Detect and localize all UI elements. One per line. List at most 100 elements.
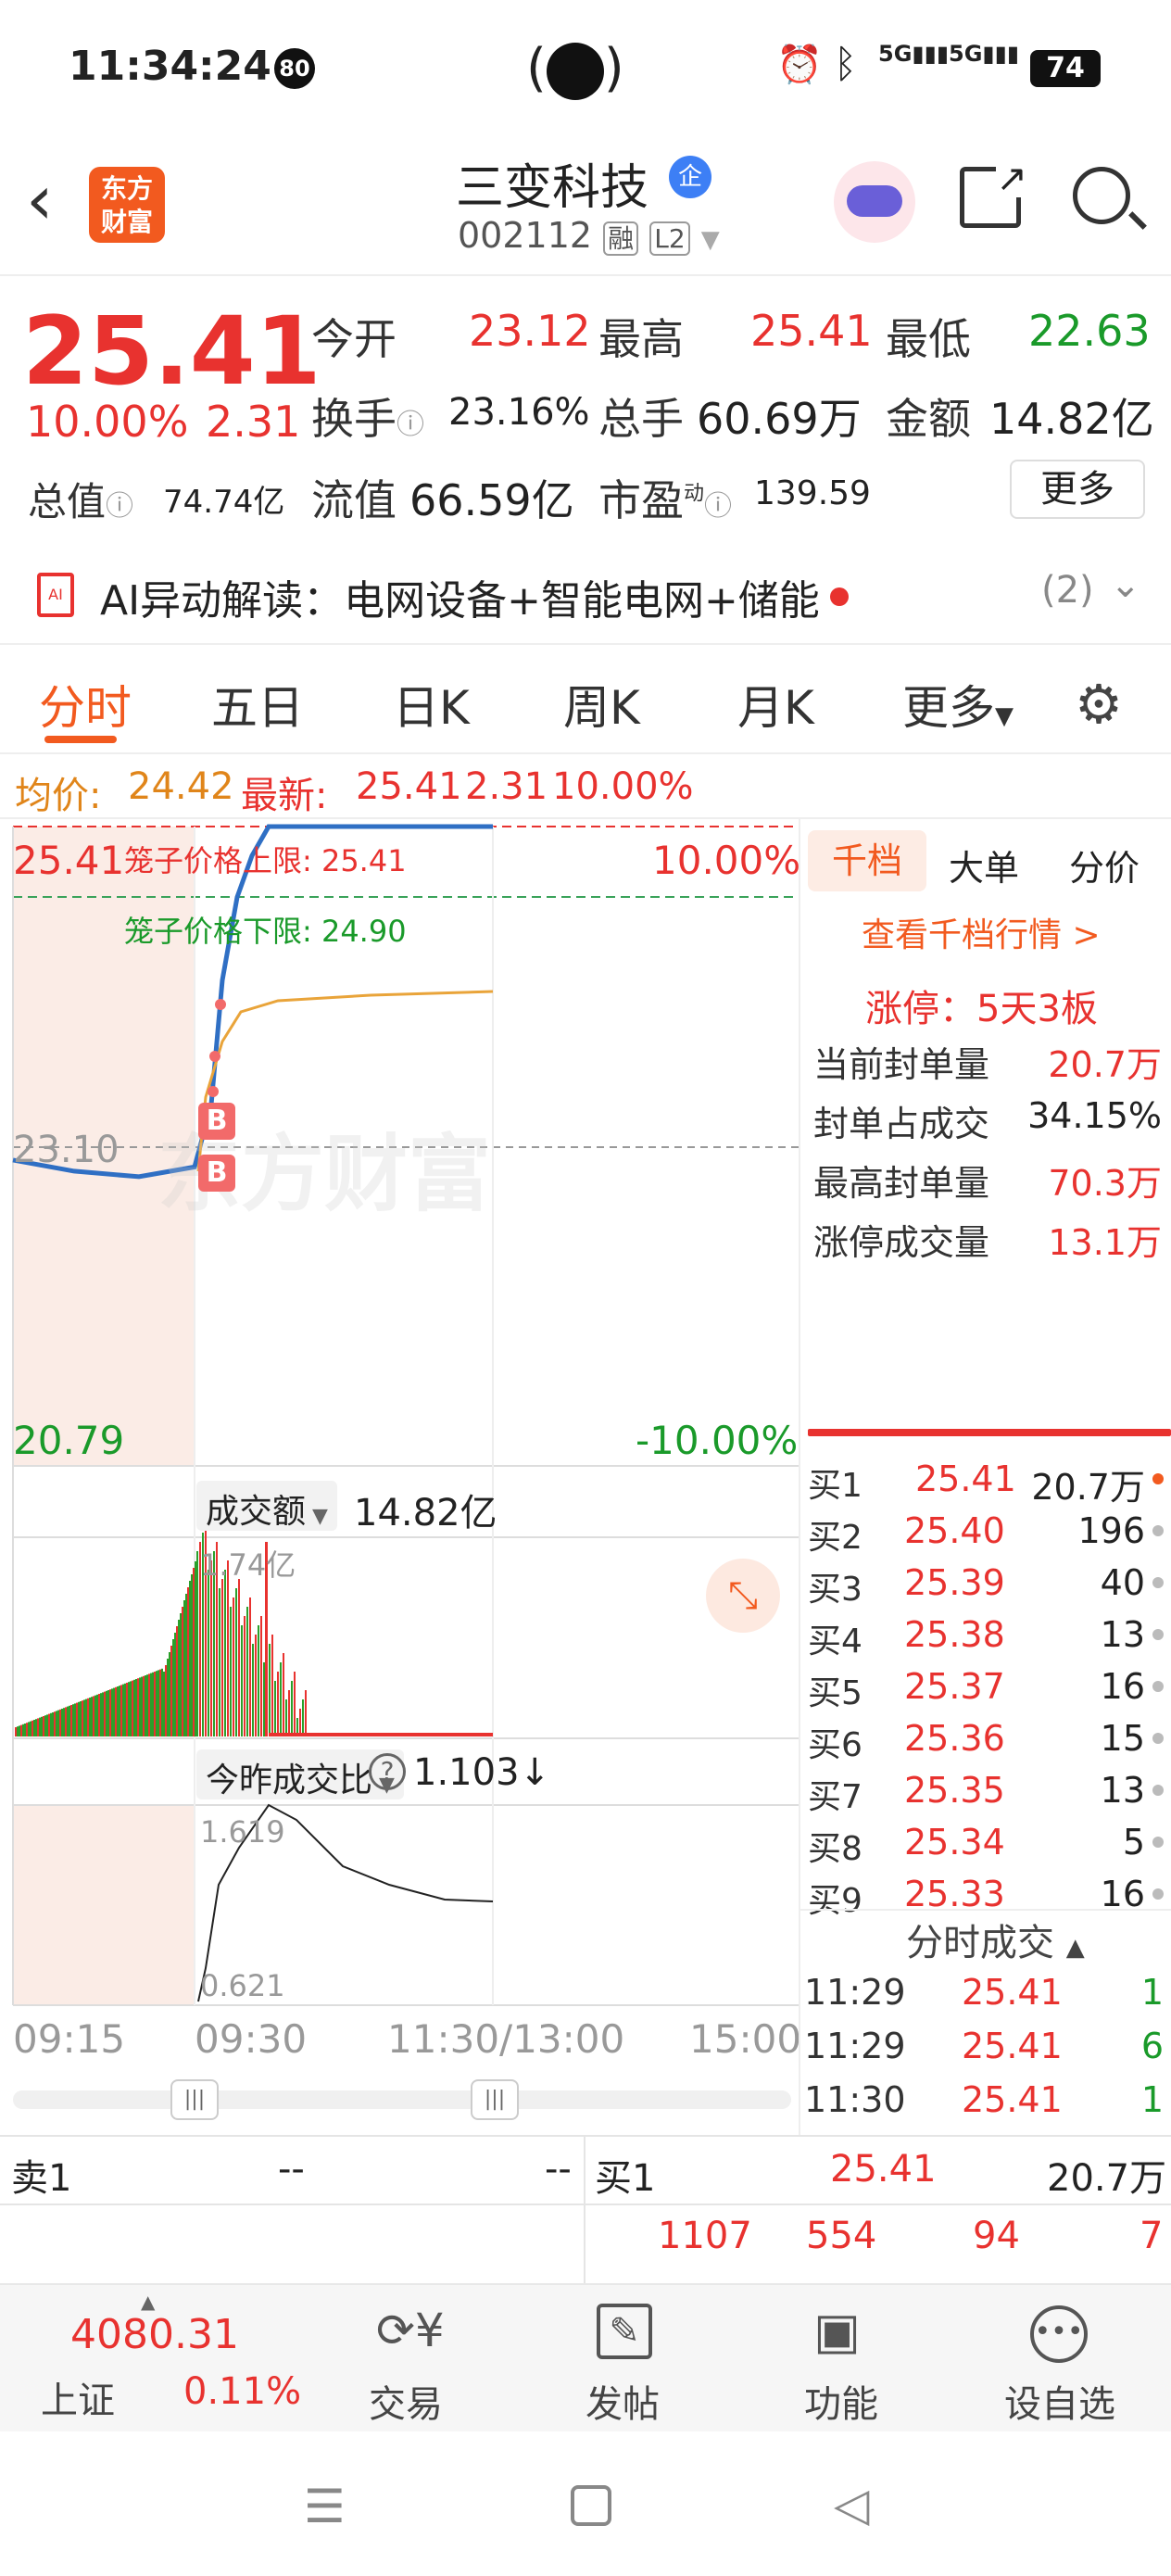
stock-name[interactable]: 三变科技: [456, 148, 648, 218]
volume-label: 总手: [598, 394, 684, 444]
volume-bar: [15, 1727, 17, 1736]
book-price: 25.34: [904, 1822, 1005, 1863]
axis-bottom-price: 20.79: [13, 1418, 125, 1463]
turnover-label[interactable]: 换手ⓘ: [311, 385, 424, 447]
nav-trade[interactable]: 交易: [369, 2374, 443, 2428]
market-cap-label[interactable]: 总值ⓘ: [28, 471, 133, 527]
volume-bar: [294, 1672, 296, 1736]
time-label: 09:30: [195, 2016, 308, 2062]
tab-large-orders[interactable]: 大单: [949, 840, 1019, 890]
book-level-label: 买5: [808, 1674, 863, 1712]
tab-more[interactable]: 更多▼: [902, 671, 1014, 738]
tab-depth[interactable]: 千档: [808, 830, 926, 891]
volume-bar: [161, 1668, 163, 1736]
volume-bar: [74, 1703, 76, 1736]
volume-bar: [48, 1713, 50, 1736]
volume-bar: [305, 1690, 307, 1736]
volume-bar: [83, 1699, 85, 1736]
buy-marker[interactable]: B: [198, 1155, 235, 1192]
expand-icon[interactable]: ⤡: [706, 1559, 780, 1633]
volume-bar: [111, 1688, 113, 1736]
tab-price-dist[interactable]: 分价: [1069, 840, 1140, 890]
stock-code[interactable]: 002112 融 L2 ▼: [458, 215, 720, 256]
pe-label[interactable]: 市盈动ⓘ: [598, 467, 732, 528]
volume-bar: [269, 1644, 271, 1736]
pre-market-shade-ratio: [13, 1805, 195, 2005]
volume-bar: [46, 1714, 48, 1736]
volume-bar: [28, 1722, 30, 1736]
more-dots-icon[interactable]: •••: [1030, 2305, 1088, 2363]
volume-bar: [210, 1560, 212, 1736]
home-icon[interactable]: [571, 2485, 611, 2526]
range-handle-left[interactable]: |||: [170, 2079, 219, 2120]
volume-bar: [208, 1570, 209, 1736]
volume-bar: [17, 1726, 19, 1736]
nav-add-watchlist[interactable]: 设自选: [1004, 2374, 1115, 2428]
axis-bottom-percent: -10.00%: [636, 1418, 799, 1463]
buy-marker[interactable]: B: [198, 1103, 235, 1140]
depth-link[interactable]: 查看千档行情 >: [862, 908, 1101, 956]
camera-cutout: (): [526, 38, 624, 100]
search-icon[interactable]: [1073, 167, 1147, 230]
post-icon[interactable]: ✎: [597, 2304, 652, 2359]
trade-icon[interactable]: ⟳¥: [376, 2304, 445, 2357]
time-label: 15:00: [689, 2016, 802, 2062]
book-dot: [1152, 1577, 1164, 1588]
volume-bar: [78, 1701, 80, 1736]
volume-bar: [148, 1673, 150, 1736]
volume-bar: [143, 1675, 145, 1736]
tick-volume: 1: [1140, 1972, 1164, 2013]
settings-gear-icon[interactable]: ⚙: [1075, 673, 1123, 736]
book-level-label: 买7: [808, 1778, 863, 1816]
nav-post[interactable]: 发帖: [586, 2374, 660, 2428]
volume-bar: [235, 1588, 237, 1736]
high-value: 25.41: [750, 306, 873, 356]
range-scroll-track[interactable]: [13, 2090, 791, 2109]
amount-value: 14.82亿: [989, 394, 1154, 444]
ticks-title[interactable]: 分时成交 ▲: [906, 1913, 1085, 1966]
cage-upper-label: 笼子价格上限: 25.41: [124, 843, 407, 878]
help-icon[interactable]: ?: [369, 1753, 406, 1790]
tab-weekly-k[interactable]: 周K: [563, 671, 640, 738]
volume-bar: [288, 1690, 290, 1736]
book-price: 25.35: [904, 1770, 1005, 1811]
ai-assistant-icon[interactable]: [834, 161, 915, 243]
back-icon[interactable]: ‹: [26, 163, 54, 237]
tick-volume: 1: [1140, 2079, 1164, 2120]
ai-insight-bar[interactable]: AI AI异动解读：电网设备+智能电网+储能 (2) ⌄: [0, 545, 1171, 645]
amount-label: 金额: [886, 394, 971, 444]
tick-volume: 6: [1140, 2026, 1164, 2066]
volume-bar: [57, 1710, 59, 1736]
ratio-max-label: 1.619: [200, 1814, 285, 1850]
caret-up-icon: ▲: [141, 2291, 156, 2313]
volume-bar: [67, 1706, 69, 1736]
volume-bar: [102, 1692, 104, 1736]
volume-bar: [104, 1691, 106, 1736]
back-nav-icon[interactable]: ◁: [834, 2478, 869, 2532]
volume-bar: [260, 1616, 262, 1736]
more-button[interactable]: 更多: [1010, 460, 1145, 519]
bluetooth-icon: ᛒ: [834, 41, 858, 86]
range-handle-right[interactable]: |||: [471, 2079, 519, 2120]
tab-five-day[interactable]: 五日: [211, 671, 304, 738]
share-icon[interactable]: ↗: [960, 160, 1027, 228]
volume-indicator-select[interactable]: 成交额 ▼: [196, 1481, 337, 1531]
app-logo[interactable]: 东方 财富: [89, 167, 165, 243]
index-name[interactable]: 上证: [41, 2370, 115, 2424]
volume-bar: [61, 1709, 63, 1736]
volume-bar: [277, 1672, 279, 1736]
menu-icon[interactable]: ☰: [304, 2480, 346, 2533]
nav-functions[interactable]: 功能: [804, 2374, 878, 2428]
status-bar: 11:34:24 80 () ⏰ ᛒ 5G▮▮▮ 5G▮▮▮ 74: [0, 0, 1171, 139]
tab-intraday[interactable]: 分时: [39, 671, 132, 738]
book-price: 25.36: [904, 1718, 1005, 1759]
volume-bar: [263, 1662, 265, 1736]
volume-bar: [106, 1690, 107, 1736]
grid-icon[interactable]: ▣: [813, 2305, 861, 2357]
tab-monthly-k[interactable]: 月K: [737, 671, 814, 738]
intraday-chart-area[interactable]: 东方财富 25.41 10.00% 23.10 20.79 -10.00% 笼子…: [0, 819, 802, 2135]
index-value[interactable]: 4080.31: [70, 2311, 239, 2358]
high-label: 最高: [598, 314, 684, 364]
open-value: 23.12: [469, 306, 591, 356]
tab-daily-k[interactable]: 日K: [393, 671, 470, 738]
